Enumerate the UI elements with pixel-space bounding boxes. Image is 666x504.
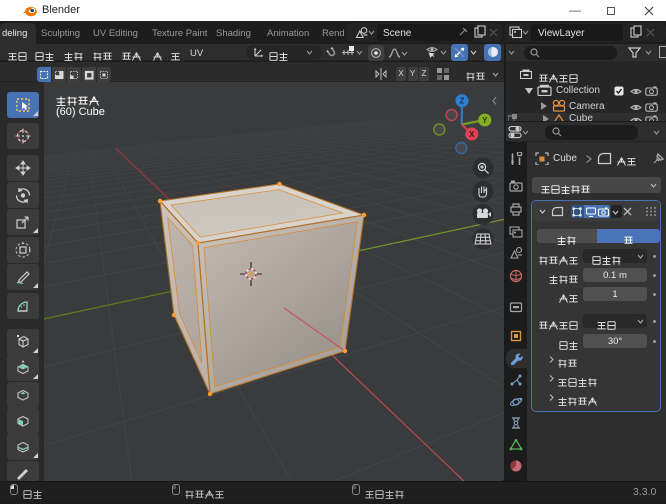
svg-text:Z: Z (460, 97, 465, 106)
svg-text:Y: Y (482, 116, 488, 125)
svg-text:X: X (469, 130, 475, 139)
